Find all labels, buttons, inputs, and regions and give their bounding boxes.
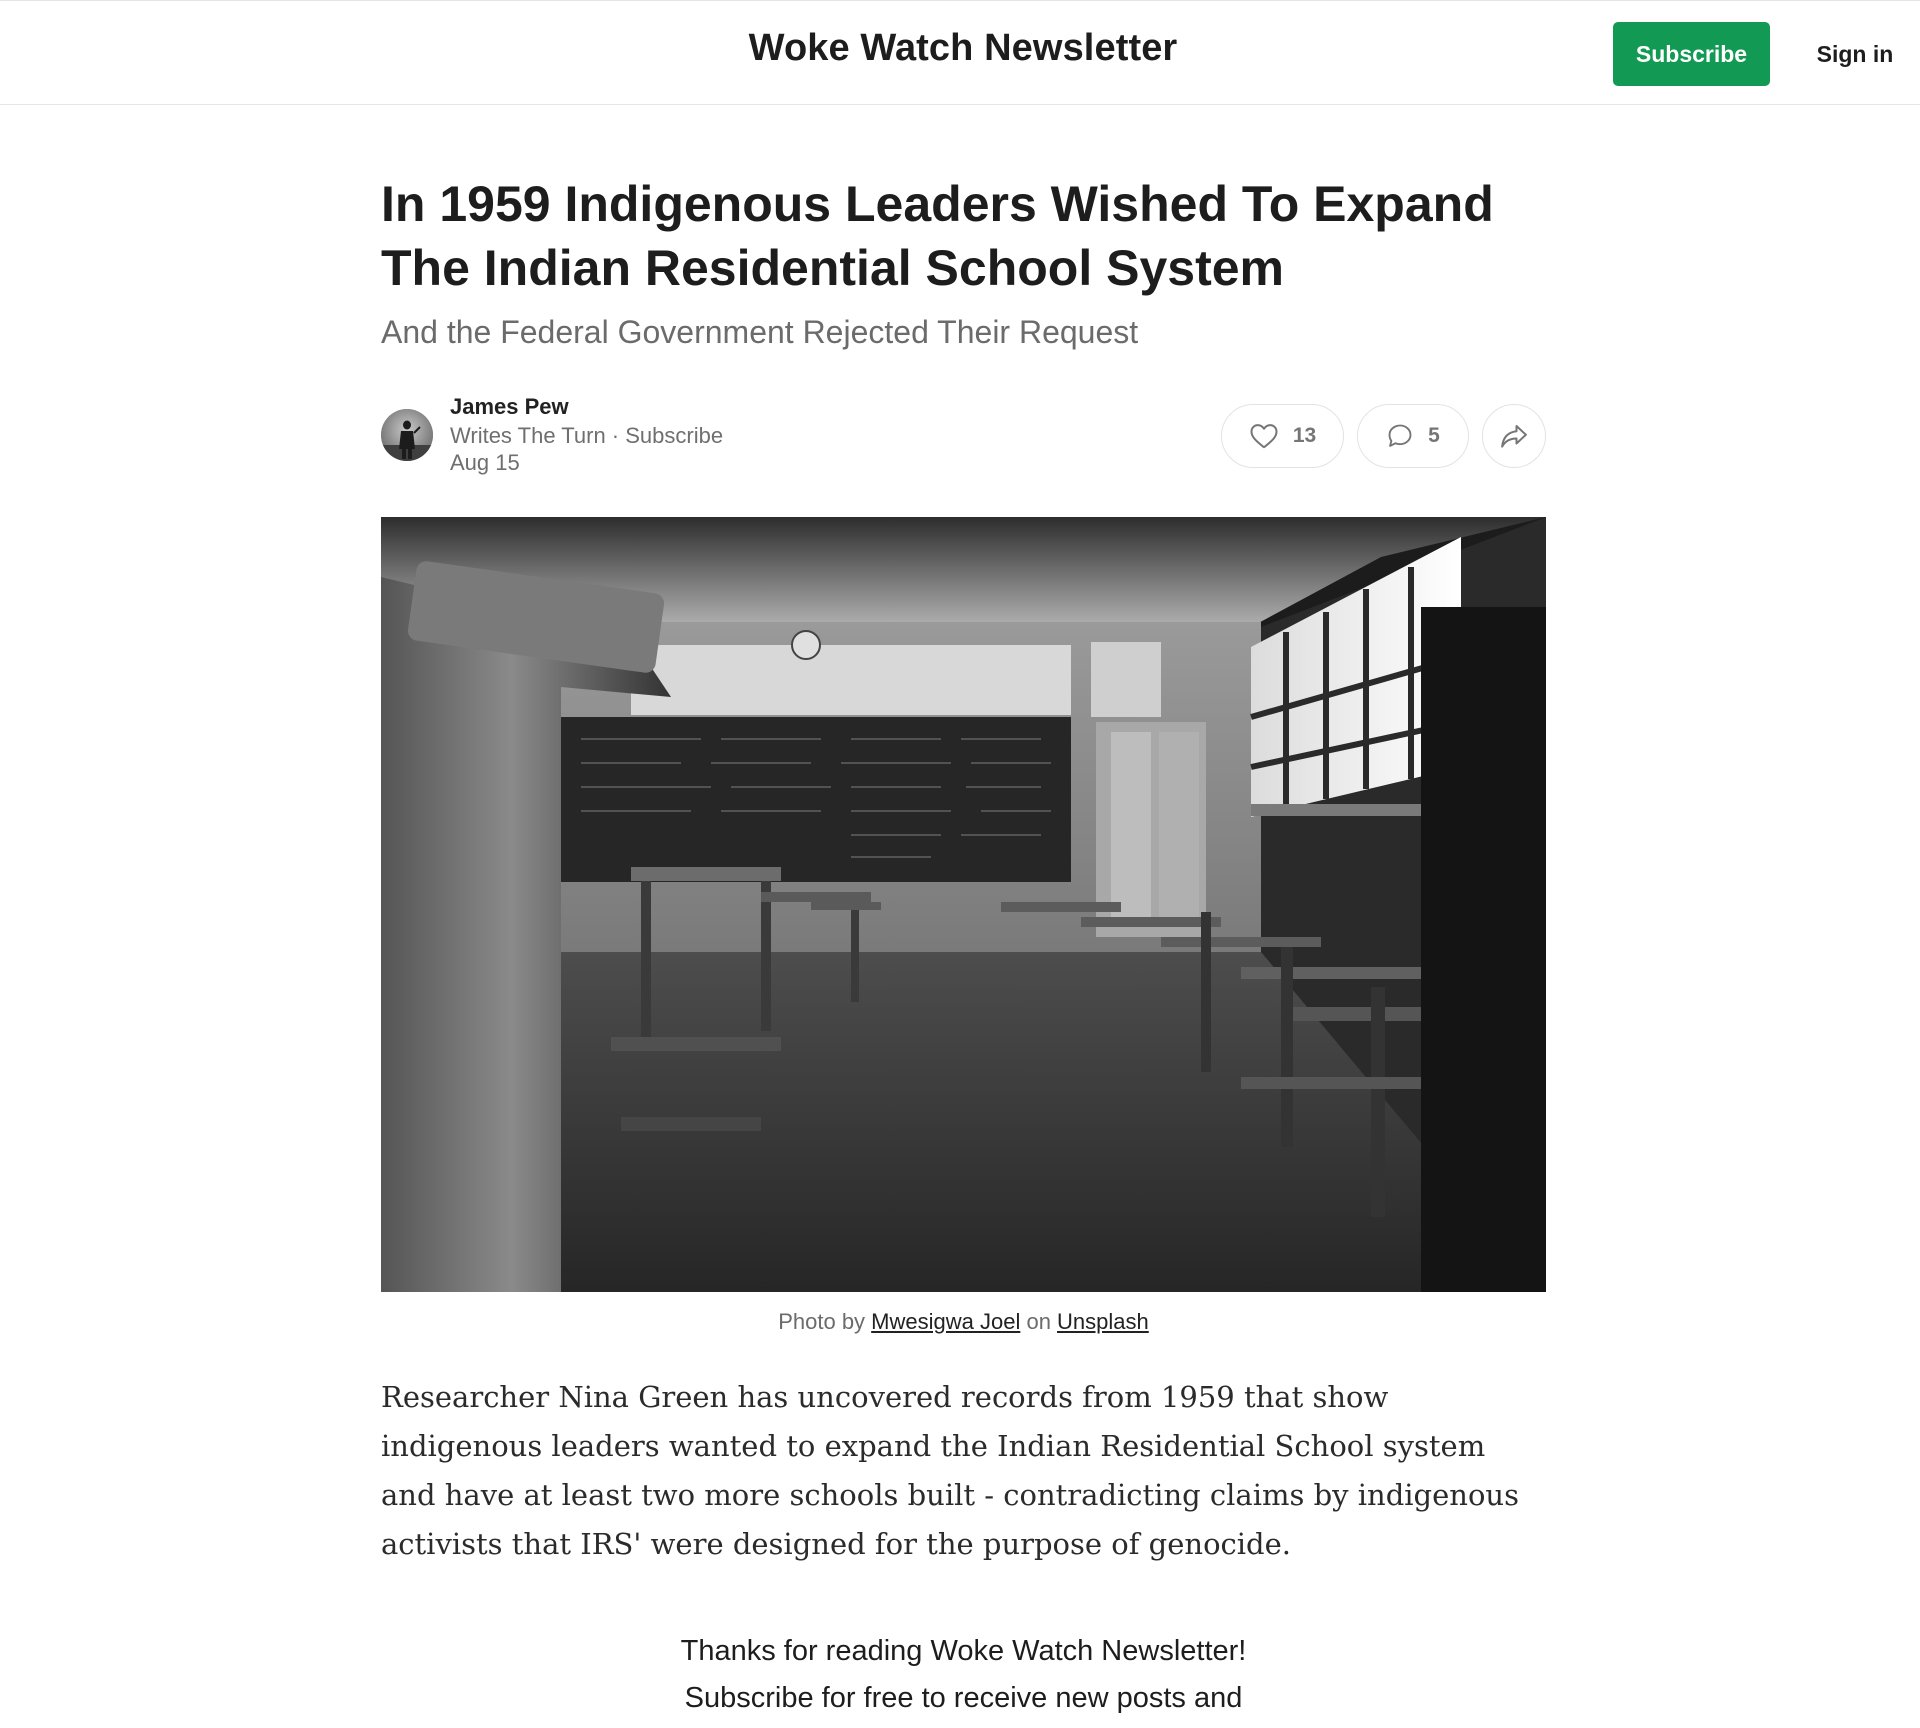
site-header: Woke Watch Newsletter Subscribe Sign in: [0, 0, 1920, 105]
photographer-link[interactable]: Mwesigwa Joel: [871, 1309, 1020, 1334]
author-meta: Writes The Turn · Subscribe: [450, 423, 723, 449]
unsplash-link[interactable]: Unsplash: [1057, 1309, 1149, 1334]
caption-mid: on: [1020, 1309, 1058, 1334]
author-subscribe-link[interactable]: Subscribe: [625, 423, 723, 448]
author-name[interactable]: James Pew: [450, 394, 569, 420]
cta-line-1: Thanks for reading Woke Watch Newsletter…: [680, 1635, 1247, 1667]
body-paragraph: Researcher Nina Green has uncovered reco…: [381, 1380, 1519, 1561]
cta-line-2: Subscribe for free to receive new posts …: [684, 1682, 1243, 1714]
caption-prefix: Photo by: [778, 1309, 872, 1334]
hero-image[interactable]: [381, 517, 1546, 1292]
heart-icon: [1249, 422, 1279, 450]
subscribe-cta: Thanks for reading Woke Watch Newsletter…: [381, 1628, 1546, 1722]
post-date: Aug 15: [450, 450, 520, 475]
comment-button[interactable]: 5: [1357, 404, 1469, 468]
comment-count: 5: [1428, 424, 1440, 447]
author-publication[interactable]: Writes The Turn: [450, 423, 606, 448]
share-button[interactable]: [1482, 404, 1546, 468]
image-caption: Photo by Mwesigwa Joel on Unsplash: [381, 1309, 1546, 1335]
like-button[interactable]: 13: [1221, 404, 1344, 468]
post-subtitle: And the Federal Government Rejected Thei…: [381, 314, 1139, 350]
share-icon: [1499, 422, 1529, 450]
comment-icon: [1386, 422, 1414, 450]
post-byline: James Pew Writes The Turn · Subscribe Au…: [381, 392, 1546, 482]
like-count: 13: [1292, 424, 1317, 447]
sign-in-button[interactable]: Sign in: [1790, 22, 1920, 86]
author-avatar[interactable]: [381, 409, 433, 461]
subscribe-button[interactable]: Subscribe: [1613, 22, 1770, 86]
meta-separator: ·: [605, 423, 626, 448]
post-title: In 1959 Indigenous Leaders Wished To Exp…: [381, 176, 1494, 296]
